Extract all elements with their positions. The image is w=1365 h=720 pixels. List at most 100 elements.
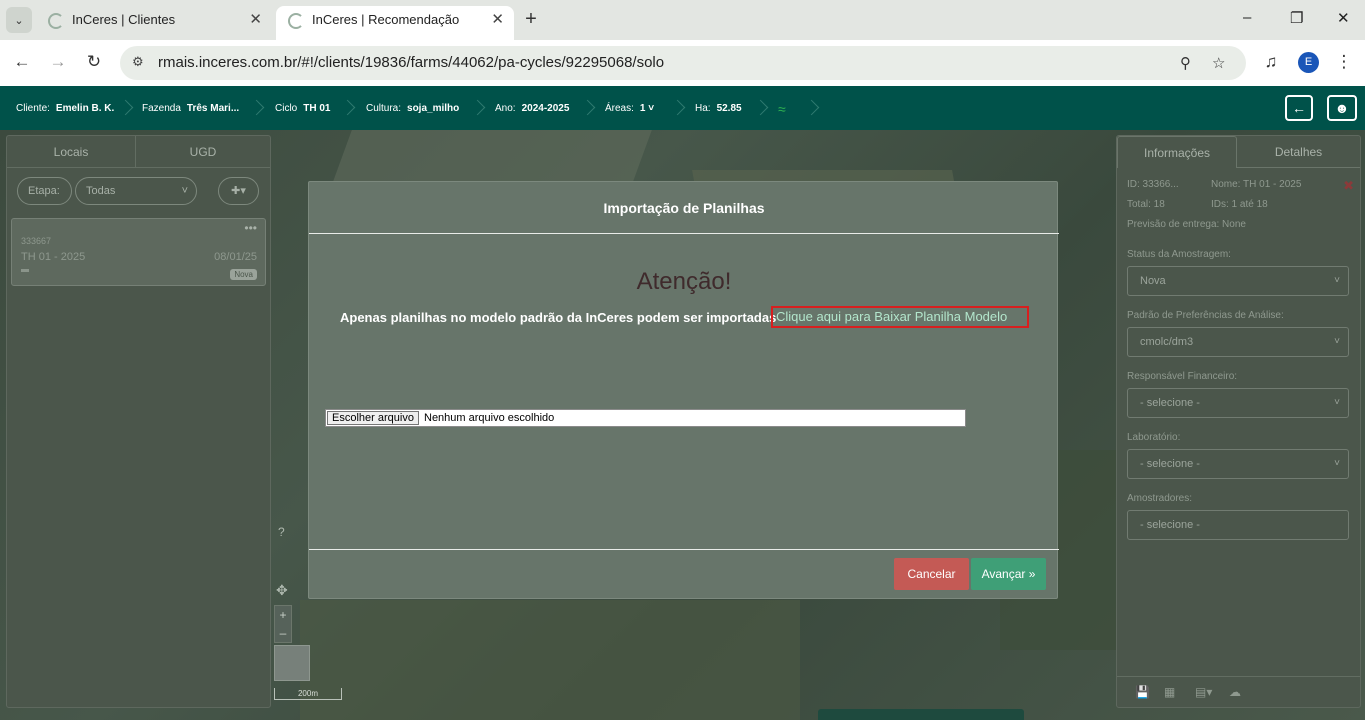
status-select[interactable]: Nova ˅ — [1127, 266, 1349, 296]
zoom-in-icon[interactable]: + — [275, 606, 291, 624]
new-tab-plus-icon[interactable]: + — [520, 8, 542, 31]
next-button[interactable]: Avançar » — [971, 558, 1046, 590]
media-control-icon[interactable]: ♫ — [1260, 52, 1282, 72]
right-panel-toolbar: 💾 ▦ ▤▾ ☁ — [1117, 676, 1360, 708]
import-spreadsheet-modal: Importação de Planilhas Atenção! Apenas … — [308, 181, 1059, 599]
status-label: Status da Amostragem: — [1127, 249, 1231, 260]
exit-arrow-button[interactable]: ← — [1285, 95, 1313, 121]
zoom-out-icon[interactable]: – — [275, 624, 291, 642]
browser-menu-icon[interactable]: ⋮ — [1333, 52, 1355, 72]
layer-thumbnail[interactable] — [274, 645, 310, 681]
forward-arrow-icon[interactable]: → — [47, 52, 69, 72]
crumb-ano[interactable]: Ano: 2024-2025 — [495, 103, 569, 114]
close-tab-icon[interactable]: ✕ — [491, 6, 504, 34]
download-template-link[interactable]: Clique aqui para Baixar Planilha Modelo — [771, 306, 1029, 328]
cloud-upload-icon[interactable]: ☁ — [1229, 685, 1241, 699]
breadcrumb-separator — [672, 98, 684, 118]
pan-move-icon[interactable]: ✥ — [276, 582, 288, 599]
info-nome: Nome: TH 01 - 2025 — [1211, 179, 1302, 190]
reload-icon[interactable]: ↻ — [83, 52, 105, 72]
chevron-down-icon: ˅ — [1334, 336, 1340, 347]
window-close-icon[interactable]: ✕ — [1337, 9, 1350, 27]
wifi-icon: ≈ — [778, 101, 786, 117]
breadcrumb-separator — [251, 98, 263, 118]
card-status-bar — [21, 269, 29, 272]
import-message: Apenas planilhas no modelo padrão da InC… — [340, 310, 777, 325]
chevron-down-icon: ˅ — [1334, 397, 1340, 408]
inceres-favicon-icon — [48, 13, 64, 29]
app-header-breadcrumb: Cliente: Emelin B. K. Fazenda Três Mari...… — [0, 86, 1365, 130]
export-dropdown-icon[interactable]: ▤▾ — [1195, 685, 1212, 699]
url-text: rmais.inceres.com.br/#!/clients/19836/fa… — [158, 54, 665, 71]
chevron-down-icon: ˅ — [648, 103, 655, 114]
add-dropdown-button[interactable]: ✚▾ — [218, 177, 259, 205]
info-ids: IDs: 1 até 18 — [1211, 199, 1268, 210]
restore-icon[interactable]: ❐ — [1290, 9, 1303, 27]
tab-title: InCeres | Recomendação — [312, 12, 460, 27]
crumb-cultura[interactable]: Cultura: soja_milho — [366, 103, 459, 114]
financeiro-select[interactable]: - selecione - ˅ — [1127, 388, 1349, 418]
tab-ugd[interactable]: UGD — [136, 136, 270, 168]
crumb-ha: Ha: 52.85 — [695, 103, 742, 114]
financeiro-value: - selecione - — [1140, 397, 1200, 409]
right-panel: Informações Detalhes ID: 33366... Nome: … — [1116, 135, 1361, 708]
laboratorio-value: - selecione - — [1140, 458, 1200, 470]
padrao-value: cmolc/dm3 — [1140, 336, 1194, 348]
help-question-icon[interactable]: ? — [278, 525, 285, 539]
crumb-ciclo[interactable]: Ciclo TH 01 — [275, 103, 330, 114]
inceres-favicon-icon — [288, 13, 304, 29]
info-previsao: Previsão de entrega: None — [1127, 219, 1246, 230]
amostradores-select[interactable]: - selecione - — [1127, 510, 1349, 540]
modal-footer-divider — [309, 549, 1059, 550]
tab-locais[interactable]: Locais — [7, 136, 136, 168]
status-badge: Nova — [230, 269, 257, 280]
info-total: Total: 18 — [1127, 199, 1165, 210]
next-label: Avançar — [981, 567, 1026, 581]
save-icon[interactable]: 💾 — [1135, 685, 1150, 699]
tab-search-chevron-icon[interactable]: ⌄ — [6, 7, 32, 33]
browser-tabbar: ⌄ InCeres | Clientes ✕ InCeres | Recomen… — [0, 0, 1365, 40]
bottom-panel-handle[interactable] — [818, 709, 1024, 720]
card-date: 08/01/25 — [214, 251, 257, 263]
breadcrumb-separator — [472, 98, 484, 118]
crumb-areas[interactable]: Áreas: 1 ˅ — [605, 103, 654, 114]
list-item[interactable]: ••• 333667 TH 01 - 2025 08/01/25 Nova — [11, 218, 266, 286]
cancel-button[interactable]: Cancelar — [894, 558, 969, 590]
breadcrumb-separator — [582, 98, 594, 118]
etapa-select[interactable]: Todas ˅ — [75, 177, 197, 205]
status-value: Nova — [1140, 275, 1166, 287]
browser-address-bar: ← → ↻ ⚙ rmais.inceres.com.br/#!/clients/… — [0, 40, 1365, 86]
info-id: ID: 33366... — [1127, 179, 1179, 190]
profile-avatar[interactable]: E — [1298, 52, 1319, 73]
tab-detalhes[interactable]: Detalhes — [1237, 136, 1360, 168]
bookmark-star-icon[interactable]: ☆ — [1212, 54, 1225, 72]
back-arrow-icon[interactable]: ← — [11, 52, 33, 72]
chevron-down-icon: ˅ — [1334, 458, 1340, 469]
browser-tab-recomendacao[interactable]: InCeres | Recomendação ✕ — [276, 6, 514, 40]
site-settings-icon[interactable]: ⚙ — [132, 54, 144, 70]
breadcrumb-separator — [755, 98, 767, 118]
close-icon[interactable]: ✖ — [1343, 178, 1354, 194]
crumb-cliente[interactable]: Cliente: Emelin B. K. — [16, 103, 114, 114]
card-id: 333667 — [21, 236, 52, 246]
file-status: Nenhum arquivo escolhido — [424, 412, 555, 424]
file-input[interactable]: Escolher arquivo Nenhum arquivo escolhid… — [325, 409, 966, 427]
etapa-value: Todas — [86, 185, 116, 197]
laboratorio-select[interactable]: - selecione - ˅ — [1127, 449, 1349, 479]
double-chevron-right-icon: » — [1028, 567, 1036, 581]
more-options-icon[interactable]: ••• — [244, 221, 257, 235]
padrao-select[interactable]: cmolc/dm3 ˅ — [1127, 327, 1349, 357]
zoom-search-icon[interactable]: ⚲ — [1180, 54, 1191, 72]
breadcrumb-separator — [806, 98, 818, 118]
close-tab-icon[interactable]: ✕ — [249, 6, 262, 34]
url-field[interactable]: ⚙ rmais.inceres.com.br/#!/clients/19836/… — [120, 46, 1246, 80]
amostradores-value: - selecione - — [1140, 519, 1200, 531]
minimize-icon[interactable]: – — [1243, 9, 1251, 26]
tab-informacoes[interactable]: Informações — [1117, 136, 1237, 168]
modal-title: Importação de Planilhas — [309, 182, 1059, 234]
choose-file-button[interactable]: Escolher arquivo — [327, 411, 419, 425]
excel-icon[interactable]: ▦ — [1164, 685, 1175, 699]
crumb-fazenda[interactable]: Fazenda Três Mari... — [142, 103, 239, 114]
browser-tab-clientes[interactable]: InCeres | Clientes ✕ — [36, 6, 272, 40]
user-profile-button[interactable]: ☻ — [1327, 95, 1357, 121]
